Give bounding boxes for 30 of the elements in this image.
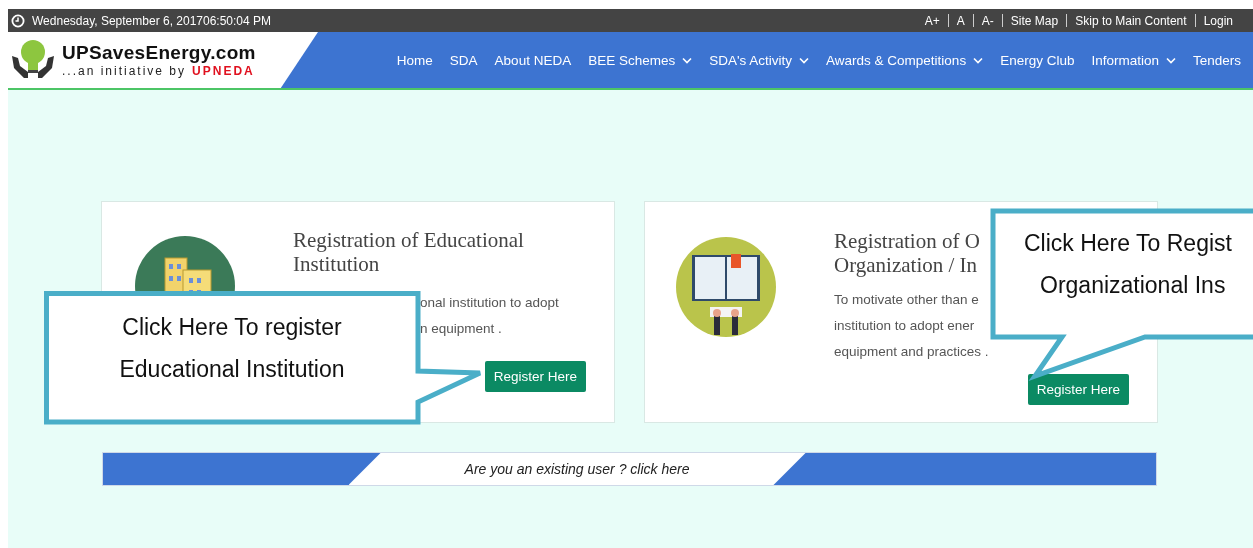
- brand-name: UPNEDA: [192, 64, 255, 78]
- callout-text: Click Here To Regist Organizational Ins: [1024, 229, 1232, 300]
- nav-item[interactable]: Information: [1091, 52, 1176, 68]
- top-link[interactable]: Site Map: [1002, 13, 1067, 28]
- top-link[interactable]: Skip to Main Content: [1067, 13, 1195, 28]
- register-button[interactable]: Register Here: [484, 361, 586, 392]
- card-title: Registration of Educational Institution: [293, 228, 524, 276]
- tagline: ...an initiative by: [62, 64, 187, 78]
- callout-text: Click Here To register Educational Institution: [119, 313, 345, 384]
- top-link[interactable]: A+: [916, 13, 948, 28]
- site-title: UPSavesEnergy.com: [62, 42, 256, 64]
- nav-item[interactable]: SDA's Activity: [709, 52, 810, 68]
- existing-user-link[interactable]: Are you an existing user ? click here: [464, 461, 690, 477]
- nav-item[interactable]: BEE Schemes: [588, 52, 693, 68]
- nav-item[interactable]: Tenders: [1192, 52, 1241, 68]
- top-link[interactable]: A: [948, 13, 973, 28]
- nav-item[interactable]: SDA: [449, 52, 478, 68]
- card-title: Registration of O Organization / In: [834, 229, 980, 277]
- nav-item[interactable]: About NEDA: [494, 52, 572, 68]
- clock-icon: [11, 13, 25, 28]
- nav-item[interactable]: Home: [396, 52, 433, 68]
- nav-item[interactable]: Awards & Competitions: [826, 52, 984, 68]
- top-link[interactable]: Login: [1195, 13, 1241, 28]
- nav-item[interactable]: Energy Club: [1000, 52, 1075, 68]
- register-button[interactable]: Register Here: [1027, 374, 1129, 405]
- top-link[interactable]: A-: [973, 13, 1002, 28]
- card-description: onal institution to adopt n equipment .: [420, 294, 559, 338]
- date-time: Wednesday, September 6, 201706:50:04 PM: [32, 13, 272, 28]
- card-description: To motivate other than e institution to adopt ener equipment and practices .: [834, 291, 989, 361]
- book-keyboard-icon: [676, 237, 776, 337]
